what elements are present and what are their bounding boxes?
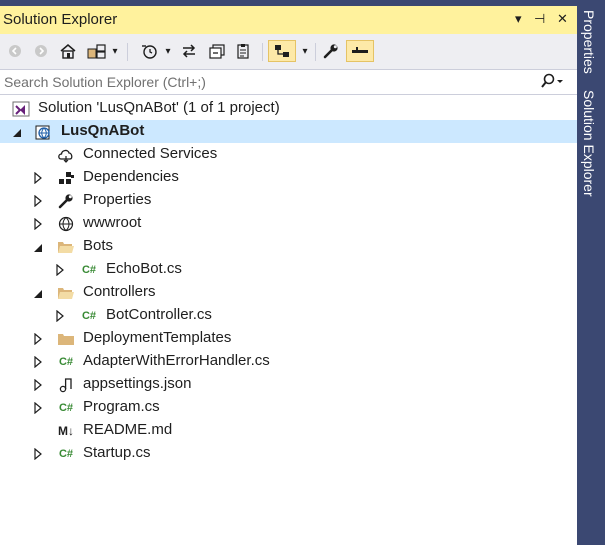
back-icon[interactable]: [6, 40, 24, 62]
csharp-file-icon: C#: [81, 263, 97, 276]
globe-icon: [57, 215, 75, 232]
side-tab-strip: Properties Solution Explorer: [577, 6, 605, 545]
tree-label: Controllers: [83, 283, 156, 300]
panel-titlebar: Solution Explorer ▾ ⊣ ✕: [0, 6, 577, 34]
tree-row[interactable]: Properties: [0, 189, 577, 212]
search-box[interactable]: Search Solution Explorer (Ctrl+;): [0, 69, 577, 95]
collapsed-arrow-icon[interactable]: [33, 447, 43, 461]
tree-row[interactable]: C# Program.cs: [0, 396, 577, 419]
collapsed-arrow-icon[interactable]: [55, 263, 65, 277]
auto-hide-pin-icon[interactable]: ⊣: [534, 11, 545, 27]
search-input[interactable]: Search Solution Explorer (Ctrl+;): [4, 74, 206, 90]
tree-row[interactable]: wwwroot: [0, 212, 577, 235]
tree-row[interactable]: Controllers: [0, 281, 577, 304]
class-view-toggle-icon[interactable]: [268, 40, 296, 62]
forward-icon[interactable]: [32, 40, 50, 62]
csharp-file-icon: C#: [58, 447, 74, 460]
toolbar-separator: [315, 43, 316, 61]
tree-label: wwwroot: [83, 214, 142, 231]
tree-label: Startup.cs: [83, 444, 151, 461]
expanded-arrow-icon[interactable]: [33, 240, 43, 252]
tree-label: Connected Services: [83, 145, 218, 162]
folder-open-icon: [57, 284, 75, 301]
json-file-icon: [57, 376, 75, 393]
tree-label: Program.cs: [83, 398, 160, 415]
collapse-all-icon[interactable]: [206, 40, 228, 62]
solution-icon: [12, 100, 30, 117]
collapsed-arrow-icon[interactable]: [33, 378, 43, 392]
tree-row-project[interactable]: LusQnABot: [0, 120, 577, 143]
expanded-arrow-icon[interactable]: [33, 286, 43, 298]
tree-label: BotController.cs: [106, 306, 212, 323]
toolbar-separator: [127, 43, 128, 61]
tree-label: DeploymentTemplates: [83, 329, 232, 346]
tree-label: LusQnABot: [61, 122, 145, 139]
csharp-file-icon: C#: [58, 401, 74, 414]
tree-label: appsettings.json: [83, 375, 192, 392]
tree-row[interactable]: Dependencies: [0, 166, 577, 189]
switch-views-dropdown-icon[interactable]: ▾: [110, 40, 120, 62]
tree-row[interactable]: Connected Services: [0, 143, 577, 166]
web-project-icon: [35, 123, 53, 140]
tree-label: Dependencies: [83, 168, 179, 185]
show-all-files-icon[interactable]: [233, 40, 255, 62]
close-icon[interactable]: ✕: [557, 11, 568, 27]
search-icon[interactable]: [540, 73, 564, 93]
filter-dropdown-icon[interactable]: ▾: [163, 40, 173, 62]
tree-row-solution[interactable]: Solution 'LusQnABot' (1 of 1 project): [0, 97, 577, 120]
tree-row[interactable]: C# AdapterWithErrorHandler.cs: [0, 350, 577, 373]
tree-label: Properties: [83, 191, 152, 208]
tab-properties[interactable]: Properties: [581, 10, 597, 74]
csharp-file-icon: C#: [81, 309, 97, 322]
tree-row[interactable]: M↓ README.md: [0, 419, 577, 442]
tree-row[interactable]: Bots: [0, 235, 577, 258]
toolbar-separator: [262, 43, 263, 61]
tree-row[interactable]: appsettings.json: [0, 373, 577, 396]
class-view-dropdown-icon[interactable]: ▾: [300, 40, 310, 62]
folder-open-icon: [57, 238, 75, 255]
tree-row[interactable]: C# BotController.cs: [0, 304, 577, 327]
tree-label: EchoBot.cs: [106, 260, 182, 277]
expanded-arrow-icon[interactable]: [12, 125, 22, 137]
tree-row[interactable]: C# Startup.cs: [0, 442, 577, 465]
tree-row[interactable]: C# EchoBot.cs: [0, 258, 577, 281]
window-position-dropdown-icon[interactable]: ▾: [515, 11, 522, 27]
tree-row[interactable]: DeploymentTemplates: [0, 327, 577, 350]
collapsed-arrow-icon[interactable]: [33, 401, 43, 415]
tab-solution-explorer[interactable]: Solution Explorer: [581, 90, 597, 197]
wrench-icon: [57, 192, 75, 209]
tree-label: Bots: [83, 237, 114, 254]
switch-views-icon[interactable]: [86, 40, 108, 62]
collapsed-arrow-icon[interactable]: [33, 355, 43, 369]
tree-label: Solution 'LusQnABot' (1 of 1 project): [38, 99, 280, 116]
tree-label: README.md: [83, 421, 173, 438]
folder-icon: [57, 330, 75, 347]
collapsed-arrow-icon[interactable]: [55, 309, 65, 323]
csharp-file-icon: C#: [58, 355, 74, 368]
dependencies-icon: [57, 169, 75, 186]
home-icon[interactable]: [58, 40, 78, 62]
collapsed-arrow-icon[interactable]: [33, 217, 43, 231]
collapsed-arrow-icon[interactable]: [33, 194, 43, 208]
collapsed-arrow-icon[interactable]: [33, 332, 43, 346]
pending-changes-filter-icon[interactable]: [138, 40, 160, 62]
preview-selected-items-icon[interactable]: [346, 40, 374, 62]
tree-label: AdapterWithErrorHandler.cs: [83, 352, 270, 369]
collapsed-arrow-icon[interactable]: [33, 171, 43, 185]
sync-with-active-document-icon[interactable]: [178, 40, 200, 62]
panel-title: Solution Explorer: [3, 11, 118, 28]
markdown-file-icon: M↓: [58, 423, 74, 438]
properties-wrench-icon[interactable]: [320, 40, 342, 62]
cloud-icon: [57, 146, 75, 163]
solution-explorer-panel: Solution Explorer ▾ ⊣ ✕ ▾ ▾ ▾ Search Sol…: [0, 6, 577, 545]
toolbar: ▾ ▾ ▾: [0, 34, 577, 69]
